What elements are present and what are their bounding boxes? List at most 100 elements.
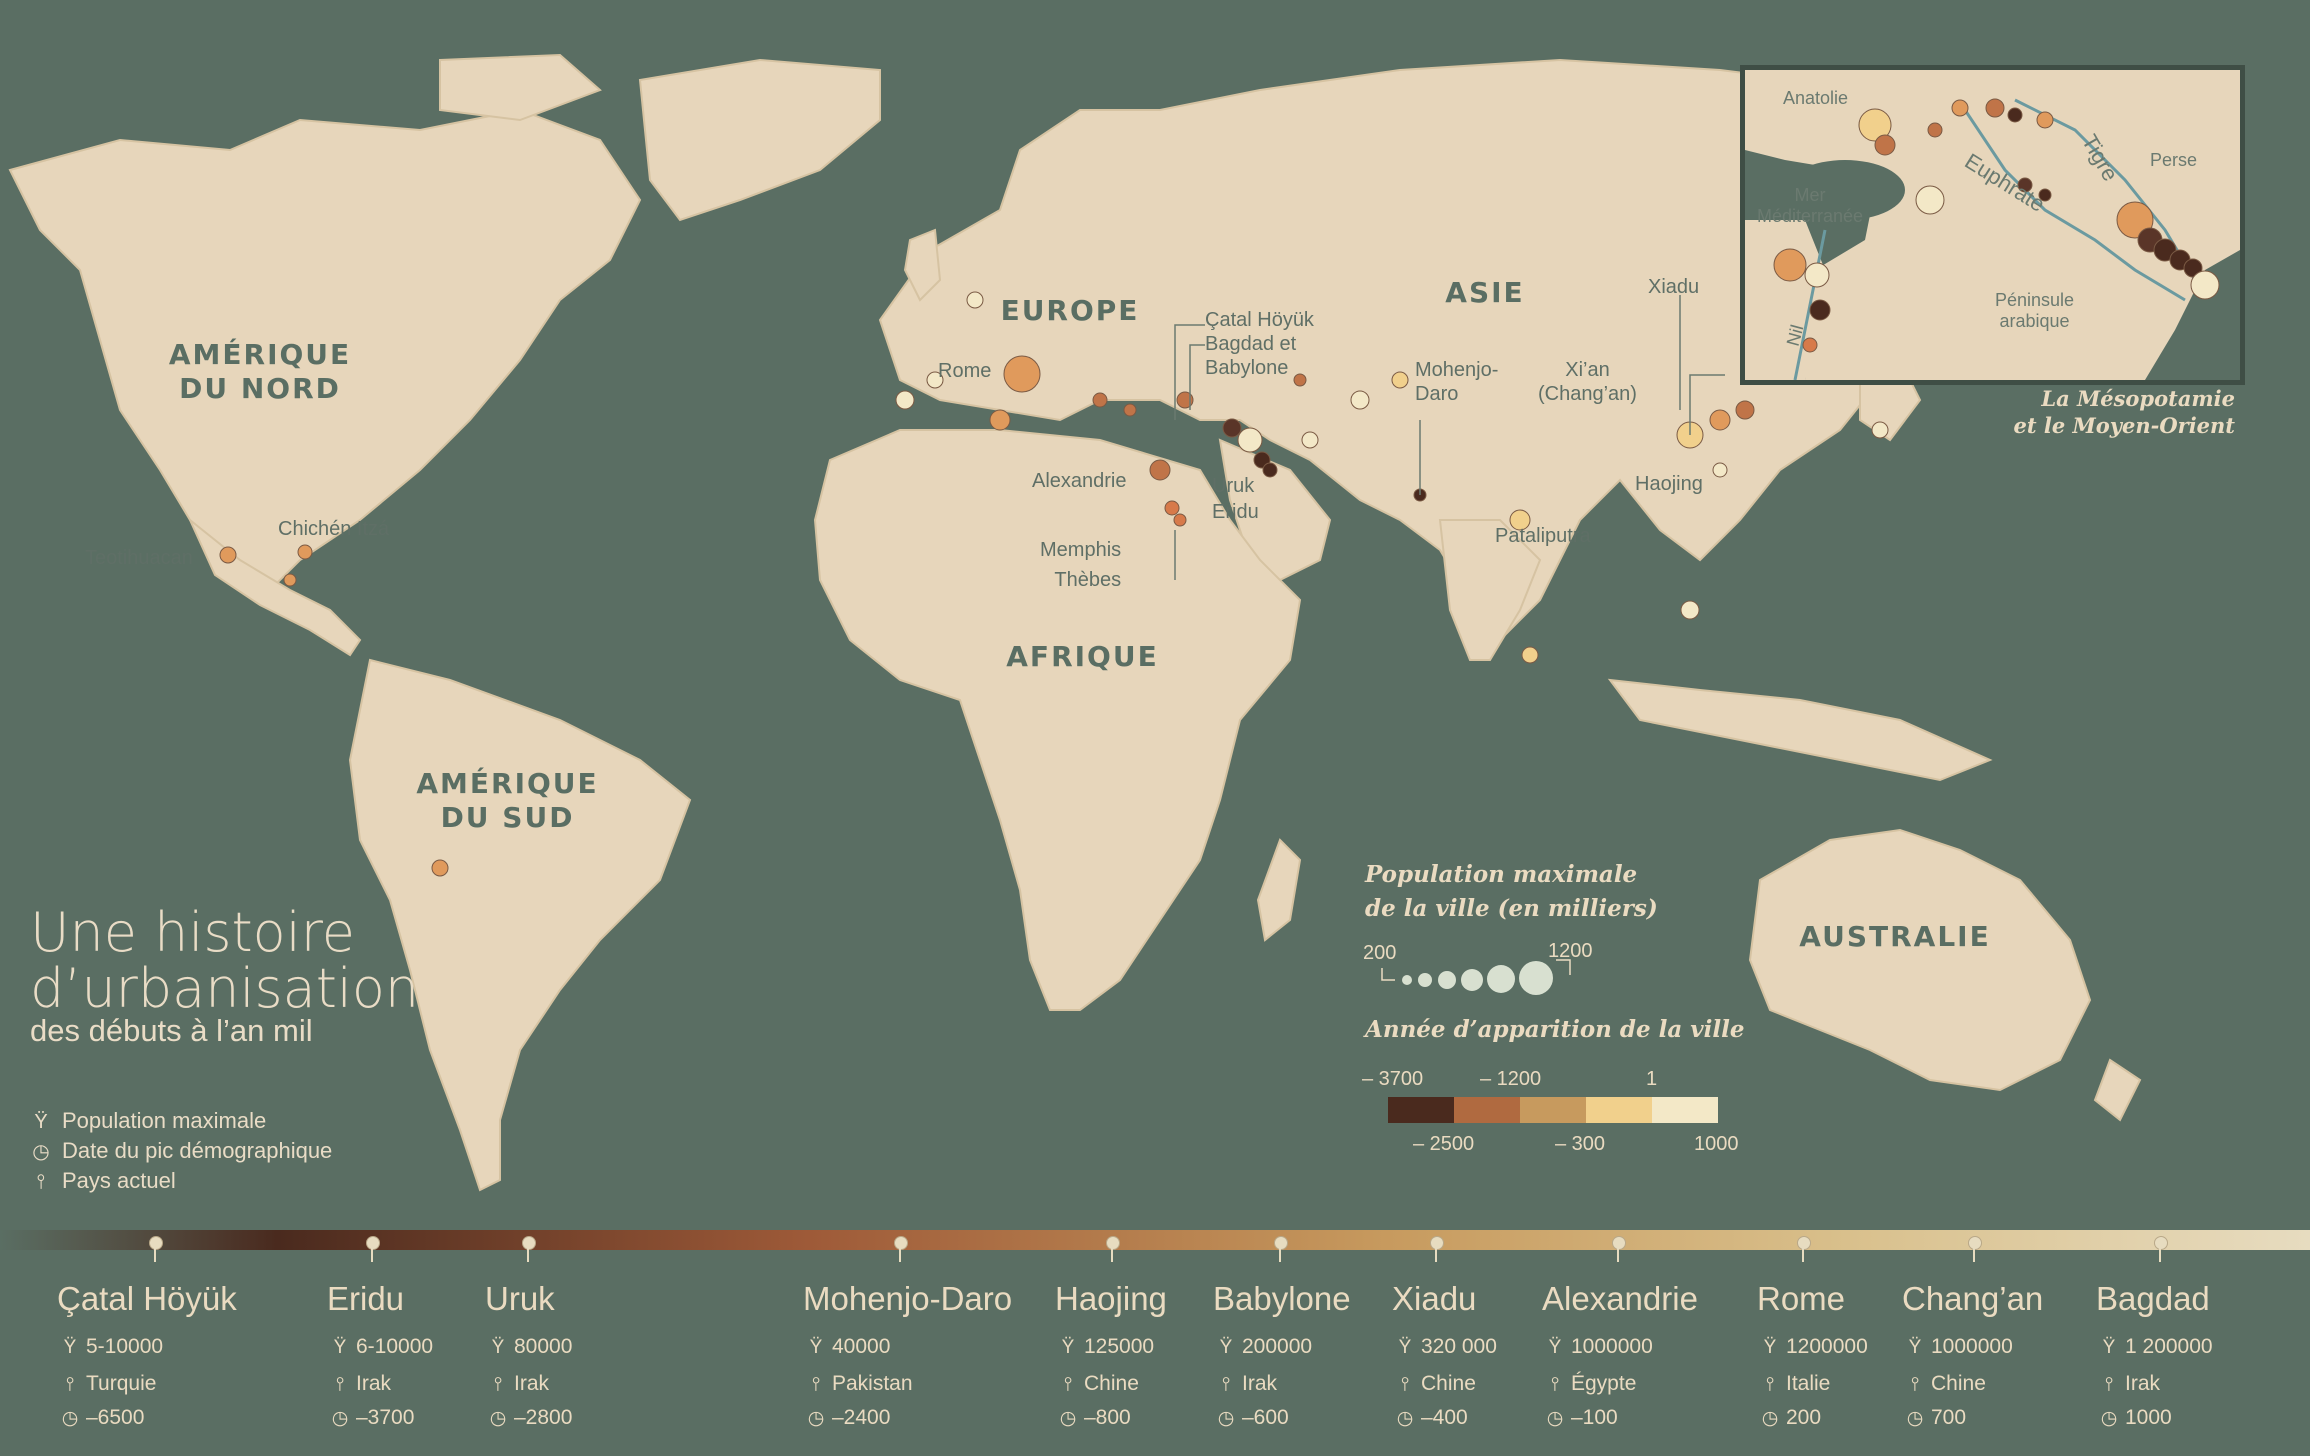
timeline-country: ⫯ Irak [488,1372,549,1396]
timeline-date-value: –2800 [514,1406,573,1429]
legend-country: ⫯ Pays actuel [30,1168,176,1194]
city-label-mohenjo: Mohenjo- Daro [1415,359,1499,405]
population-icon: Ÿ [1763,1337,1777,1358]
mesopotamia-inset: Anatolie Mer Méditerranée Euphrate Tigre… [1740,65,2245,385]
timeline-city-name: Eridu [327,1280,405,1317]
city-label-chichen: Chichén Itzá [278,518,390,540]
timeline-stem [1973,1248,1975,1262]
legend-population: Ÿ Population maximale [30,1108,266,1134]
city-label-uruk-eridu: Uruk Eridu [1212,475,1259,523]
city-label-xian: Xi’an (Chang’an) [1538,359,1637,405]
city-dot [989,409,1011,431]
population-icon: Ÿ [1061,1337,1075,1358]
pin-icon: ⫯ [493,1374,503,1395]
clock-icon: ◷ [1059,1408,1077,1429]
timeline-marker [1612,1236,1626,1250]
timeline-country: ⫯ Turquie [60,1372,157,1396]
inset-caption-line2: et le Moyen-Orient [2013,413,2235,438]
city-dot [431,859,449,877]
year-label-top-3: 1 [1646,1068,1658,1090]
timeline-city-name: Çatal Höyük [57,1280,237,1317]
year-legend-swatches [1388,1097,1718,1123]
timeline-date-value: 1000 [2125,1406,2172,1429]
population-icon: Ÿ [34,1111,48,1133]
size-circle [1487,965,1515,993]
timeline-date: ◷ –600 [1216,1406,1289,1430]
timeline-marker [894,1236,908,1250]
timeline-country: ⫯ Chine [1905,1372,1986,1396]
population-size-circles [1381,959,1571,995]
timeline-country-value: Chine [1931,1372,1986,1395]
timeline-population: Ÿ 80000 [488,1335,573,1359]
timeline-city-name: Rome [1757,1280,1846,1317]
timeline-population: Ÿ 1 200000 [2099,1335,2213,1359]
city-label-haojing: Haojing [1635,473,1703,495]
timeline-date-value: –100 [1571,1406,1618,1429]
timeline-marker [1430,1236,1444,1250]
timeline-date-value: –6500 [86,1406,145,1429]
pin-icon: ⫯ [36,1171,46,1193]
legend-date: ◷ Date du pic démographique [30,1138,332,1164]
timeline-stem [1617,1248,1619,1262]
population-icon: Ÿ [1219,1337,1233,1358]
timeline-marker [522,1236,536,1250]
population-icon: Ÿ [809,1337,823,1358]
new-zealand-shape [2093,1058,2142,1122]
year-legend-title: Année d’apparition de la ville [1365,1016,1745,1043]
australia-shape [1748,828,2092,1092]
timeline-country-value: Pakistan [832,1372,913,1395]
map-infographic: Anatolie Mer Méditerranée Euphrate Tigre… [0,0,2310,1456]
swatch-era-3 [1520,1097,1586,1123]
inset-caption: La Mésopotamie et le Moyen-Orient [1900,385,2235,439]
population-legend-title-line2: de la ville (en milliers) [1365,895,1658,922]
pin-icon: ⫯ [1063,1374,1073,1395]
timeline-stem [1111,1248,1113,1262]
timeline-population: Ÿ 5-10000 [60,1335,163,1359]
greenland-shape [638,58,881,222]
size-circle [1438,971,1456,989]
timeline-date-value: –400 [1421,1406,1468,1429]
city-dot-eridu [1262,462,1278,478]
timeline-date-value: –2400 [832,1406,891,1429]
timeline-country: ⫯ Égypte [1545,1372,1637,1396]
pin-icon: ⫯ [1400,1374,1410,1395]
timeline-date: ◷ –2800 [488,1406,573,1430]
pin-icon: ⫯ [335,1374,345,1395]
page-subtitle: des débuts à l’an mil [30,1013,313,1048]
timeline-date: ◷ –2400 [806,1406,891,1430]
timeline-marker [1968,1236,1982,1250]
population-icon: Ÿ [491,1337,505,1358]
year-label-top-1: – 3700 [1362,1068,1424,1090]
city-dot [1391,371,1409,389]
timeline-date: ◷ –100 [1545,1406,1618,1430]
timeline-city-name: Xiadu [1392,1280,1477,1317]
timeline-country-value: Irak [1242,1372,1278,1395]
inset-label-anatolie: Anatolie [1783,88,1849,108]
timeline-population-value: 1 200000 [2125,1335,2213,1358]
population-legend-title: Population maximale de la ville (en mill… [1365,858,1658,926]
timeline-date-value: –600 [1242,1406,1289,1429]
year-label-bottom-3: 1000 [1694,1133,1739,1155]
timeline-stem [2159,1248,2161,1262]
timeline-date: ◷ –3700 [330,1406,415,1430]
legend-country-label: Pays actuel [62,1168,176,1193]
timeline-marker [366,1236,380,1250]
timeline-city-name: Chang’an [1902,1280,2044,1317]
continent-label-africa: AFRIQUE [1006,640,1159,673]
clock-icon: ◷ [1906,1408,1924,1429]
pin-icon: ⫯ [811,1374,821,1395]
timeline-city-name: Uruk [485,1280,555,1317]
clock-icon: ◷ [1761,1408,1779,1429]
timeline-country-value: Italie [1786,1372,1831,1395]
title-line1: Une histoire [30,901,355,964]
city-dot-bagdad [1237,427,1263,453]
timeline-city-name: Bagdad [2096,1280,2210,1317]
city-dot [1521,646,1539,664]
clock-icon: ◷ [807,1408,825,1429]
timeline-country: ⫯ Italie [1760,1372,1831,1396]
year-label-bottom-2: – 300 [1555,1133,1606,1155]
pin-icon: ⫯ [1910,1374,1920,1395]
timeline-marker [1274,1236,1288,1250]
timeline-country-value: Irak [514,1372,550,1395]
continent-label-north-america: AMÉRIQUE DU NORD [168,338,352,405]
